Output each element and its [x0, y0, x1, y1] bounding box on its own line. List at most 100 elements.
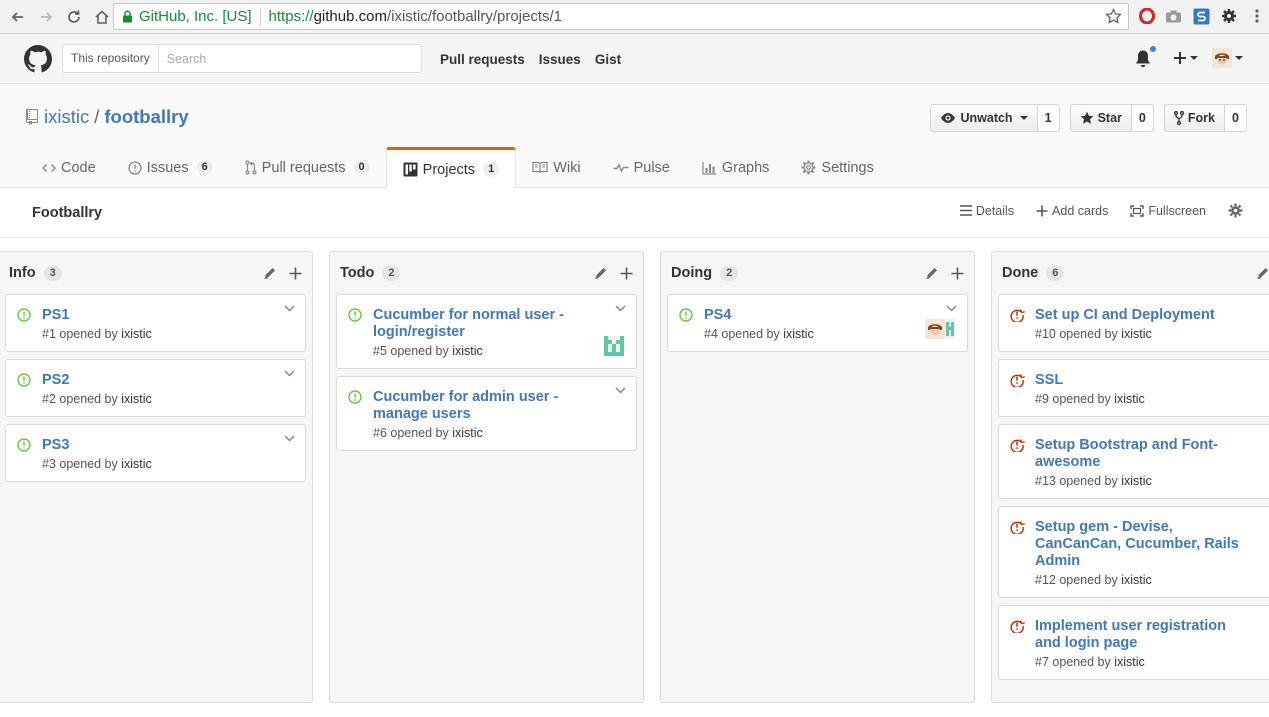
- issue-card[interactable]: PS2 #2 opened by ixistic: [5, 359, 306, 417]
- issue-number-text: #6 opened by: [373, 426, 449, 440]
- browser-toolbar: GitHub, Inc. [US] https://github.com/ixi…: [0, 0, 1269, 34]
- pencil-icon[interactable]: [263, 266, 277, 280]
- issue-title-link[interactable]: Setup gem - Devise, CanCanCan, Cucumber,…: [1035, 519, 1269, 570]
- tab-label: Settings: [821, 159, 874, 176]
- user-menu[interactable]: [1212, 48, 1243, 68]
- fullscreen-button[interactable]: Fullscreen: [1130, 204, 1206, 218]
- issue-meta: #3 opened by ixistic: [42, 457, 295, 471]
- issue-card[interactable]: Setup Bootstrap and Font-awesome #13 open…: [998, 424, 1269, 499]
- tab-issues[interactable]: Issues 6: [112, 147, 229, 188]
- issue-card[interactable]: PS4 #4 opened by ixistic: [667, 294, 968, 352]
- unwatch-button[interactable]: Unwatch: [930, 104, 1038, 132]
- tab-graphs[interactable]: Graphs: [686, 147, 786, 188]
- project-settings-button[interactable]: [1228, 203, 1243, 218]
- issue-title-link[interactable]: Cucumber for admin user - manage users: [373, 389, 626, 423]
- camera-icon[interactable]: [1164, 7, 1182, 25]
- tab-projects[interactable]: Projects 1: [385, 147, 517, 189]
- secure-site-label: GitHub, Inc. [US]: [139, 8, 252, 25]
- issue-author-link[interactable]: ixistic: [1114, 392, 1145, 406]
- issue-card[interactable]: SSL #9 opened by ixistic: [998, 359, 1269, 417]
- assignee-avatars[interactable]: [925, 319, 955, 339]
- forward-button[interactable]: [34, 5, 58, 29]
- opera-icon[interactable]: [1138, 7, 1156, 25]
- tab-pull-requests[interactable]: Pull requests 0: [229, 147, 386, 188]
- issue-author-link[interactable]: ixistic: [452, 344, 483, 358]
- assignee-avatar[interactable]: [604, 336, 624, 356]
- nav-issues[interactable]: Issues: [539, 52, 581, 67]
- chevron-down-icon[interactable]: [946, 305, 957, 312]
- add-card-plus-icon[interactable]: [289, 267, 302, 280]
- add-card-plus-icon[interactable]: [951, 267, 964, 280]
- fork-count[interactable]: 0: [1225, 104, 1247, 132]
- issue-author-link[interactable]: ixistic: [452, 426, 483, 440]
- reload-button[interactable]: [62, 5, 86, 29]
- watch-count[interactable]: 1: [1037, 104, 1060, 132]
- issue-title-link[interactable]: Implement user registration and login pa…: [1035, 618, 1269, 652]
- issue-title-link[interactable]: PS1: [42, 307, 295, 324]
- pencil-icon[interactable]: [1256, 266, 1269, 280]
- reload-icon: [68, 10, 80, 23]
- nav-gist[interactable]: Gist: [595, 52, 621, 67]
- issue-author-link[interactable]: ixistic: [783, 327, 814, 341]
- issue-title-link[interactable]: PS3: [42, 437, 295, 454]
- pencil-icon[interactable]: [925, 266, 939, 280]
- nav-pull-requests[interactable]: Pull requests: [440, 52, 525, 67]
- add-cards-button[interactable]: Add cards: [1036, 204, 1108, 218]
- issue-title-link[interactable]: Set up CI and Deployment: [1035, 307, 1269, 324]
- address-bar[interactable]: GitHub, Inc. [US] https://github.com/ixi…: [113, 3, 1129, 30]
- bookmark-star-icon[interactable]: [1105, 8, 1122, 25]
- tab-pulse[interactable]: Pulse: [597, 147, 686, 188]
- graph-icon: [702, 161, 716, 175]
- issue-author-link[interactable]: ixistic: [121, 457, 152, 471]
- extension-s-icon[interactable]: [1192, 7, 1210, 25]
- github-mark-icon[interactable]: [24, 45, 52, 73]
- pencil-icon[interactable]: [594, 266, 608, 280]
- tab-label: Wiki: [553, 159, 581, 176]
- issue-card[interactable]: Implement user registration and login pa…: [998, 605, 1269, 680]
- issue-title-link[interactable]: Setup Bootstrap and Font-awesome: [1035, 437, 1269, 471]
- issue-number-text: #3 opened by: [42, 457, 118, 471]
- issue-card[interactable]: Cucumber for normal user - login/registe…: [336, 294, 637, 369]
- repo-forked-icon: [1173, 111, 1184, 125]
- fork-button[interactable]: Fork: [1163, 104, 1225, 132]
- star-button[interactable]: Star: [1069, 104, 1132, 132]
- repo-owner-link[interactable]: ixistic: [44, 106, 89, 128]
- details-button[interactable]: Details: [959, 204, 1014, 218]
- star-count[interactable]: 0: [1131, 104, 1154, 132]
- issue-title-link[interactable]: PS2: [42, 372, 295, 389]
- chevron-down-icon[interactable]: [284, 435, 295, 442]
- notifications-bell-icon[interactable]: [1135, 45, 1157, 69]
- issue-title-link[interactable]: SSL: [1035, 372, 1269, 389]
- puzzle-gear-icon[interactable]: [1220, 7, 1238, 25]
- create-new-menu[interactable]: [1173, 51, 1198, 65]
- chevron-down-icon[interactable]: [615, 305, 626, 312]
- tab-wiki[interactable]: Wiki: [516, 147, 596, 188]
- repo-name-link[interactable]: footballry: [104, 106, 188, 128]
- issue-author-link[interactable]: ixistic: [121, 392, 152, 406]
- header-nav: Pull requests Issues Gist: [440, 52, 621, 67]
- issue-card[interactable]: PS3 #3 opened by ixistic: [5, 424, 306, 482]
- issue-title-link[interactable]: PS4: [704, 307, 957, 324]
- issue-author-link[interactable]: ixistic: [1121, 474, 1152, 488]
- issue-card[interactable]: PS1 #1 opened by ixistic: [5, 294, 306, 352]
- issue-card[interactable]: Setup gem - Devise, CanCanCan, Cucumber,…: [998, 506, 1269, 598]
- column-cards: Set up CI and Deployment #10 opened by ix…: [992, 294, 1269, 680]
- tab-settings[interactable]: Settings: [785, 147, 889, 188]
- home-button[interactable]: [90, 5, 114, 29]
- issue-card[interactable]: Cucumber for admin user - manage users #6…: [336, 376, 637, 451]
- back-button[interactable]: [6, 5, 30, 29]
- issue-author-link[interactable]: ixistic: [1114, 655, 1145, 669]
- search-input[interactable]: [158, 51, 409, 66]
- add-card-plus-icon[interactable]: [620, 267, 633, 280]
- issue-author-link[interactable]: ixistic: [1121, 573, 1152, 587]
- issue-title-link[interactable]: Cucumber for normal user - login/registe…: [373, 307, 626, 341]
- issue-author-link[interactable]: ixistic: [121, 327, 152, 341]
- menu-dots-icon[interactable]: [1248, 7, 1266, 25]
- column-tools: [925, 266, 964, 280]
- chevron-down-icon[interactable]: [284, 305, 295, 312]
- issue-card[interactable]: Set up CI and Deployment #10 opened by ix…: [998, 294, 1269, 352]
- issue-author-link[interactable]: ixistic: [1121, 327, 1152, 341]
- tab-code[interactable]: Code: [26, 147, 112, 188]
- chevron-down-icon[interactable]: [284, 370, 295, 377]
- chevron-down-icon[interactable]: [615, 387, 626, 394]
